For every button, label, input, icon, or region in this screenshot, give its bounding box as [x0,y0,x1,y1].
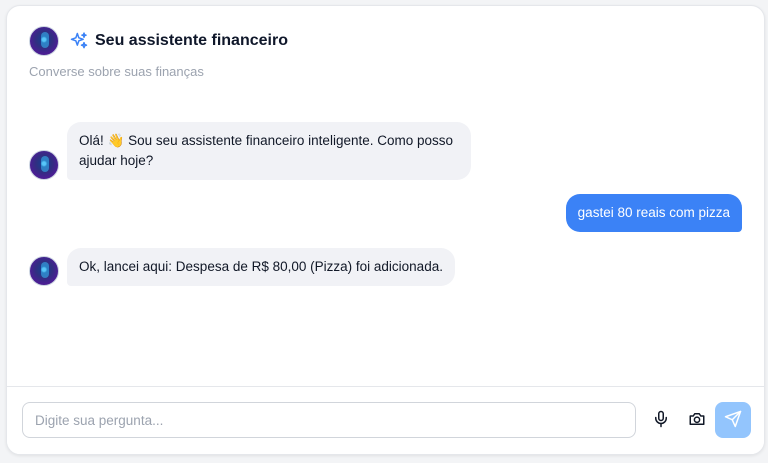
chat-card: Seu assistente financeiro Converse sobre… [6,5,765,455]
assistant-message: Ok, lancei aqui: Despesa de R$ 80,00 (Pi… [29,248,455,286]
microphone-button[interactable] [645,404,677,436]
camera-icon [688,410,706,431]
message-input[interactable] [22,402,636,438]
send-button[interactable] [715,402,751,438]
camera-button[interactable] [681,404,713,436]
microphone-icon [652,410,670,431]
composer [7,386,764,454]
assistant-message: Olá! 👋 Sou seu assistente financeiro int… [29,122,471,180]
send-icon [724,410,742,431]
user-message: gastei 80 reais com pizza [565,194,742,232]
assistant-avatar [29,26,59,56]
message-bubble: Ok, lancei aqui: Despesa de R$ 80,00 (Pi… [67,248,455,286]
page-title: Seu assistente financeiro [95,32,288,49]
sparkles-icon [69,31,89,51]
chat-header: Seu assistente financeiro Converse sobre… [29,26,742,79]
message-bubble: gastei 80 reais com pizza [565,194,742,232]
page-subtitle: Converse sobre suas finanças [29,64,204,79]
message-bubble: Olá! 👋 Sou seu assistente financeiro int… [67,122,471,180]
assistant-avatar [29,150,59,180]
assistant-avatar [29,256,59,286]
